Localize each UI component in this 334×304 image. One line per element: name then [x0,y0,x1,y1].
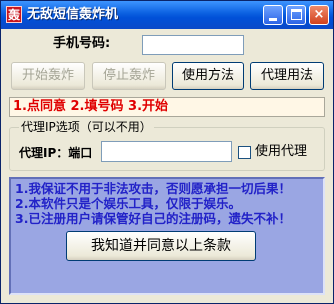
close-button[interactable]: × [309,5,329,25]
minimize-button[interactable] [263,5,283,25]
usage-button[interactable]: 使用方法 [172,62,244,90]
title-bar[interactable]: 轰 无敌短信轰炸机 × [1,1,333,29]
proxy-ip-port-label: 代理IP：端口 [19,146,93,160]
main-window: 轰 无敌短信轰炸机 × 手机号码: 开始轰炸 停止轰炸 使用方法 代理用法 1.… [0,0,334,304]
term-item: 3.已注册用户请保管好自己的注册码，遗失不补！ [15,211,291,226]
start-bombing-button[interactable]: 开始轰炸 [11,62,85,90]
minimize-icon [269,18,277,21]
proxy-options-title: 代理IP选项（可以不用） [19,119,154,135]
phone-number-input[interactable] [142,35,244,55]
proxy-ip-port-input[interactable] [101,141,232,162]
maximize-button[interactable] [286,5,306,25]
term-item: 1.我保证不用于非法攻击，否则愿承担一切后果！ [15,181,291,196]
use-proxy-label[interactable]: 使用代理 [255,144,307,160]
steps-hint: 1.点同意 2.填号码 3.开始 [9,97,325,117]
phone-number-label: 手机号码: [53,36,111,51]
stop-bombing-button[interactable]: 停止轰炸 [92,62,166,90]
close-icon: × [313,7,325,22]
maximize-icon [291,9,302,20]
agree-terms-button[interactable]: 我知道并同意以上条款 [66,231,256,261]
window-title: 无敌短信轰炸机 [27,7,119,22]
term-item: 2.本软件只是个娱乐工具，仅限于娱乐。 [15,196,241,211]
use-proxy-checkbox[interactable] [238,146,251,159]
proxy-usage-button[interactable]: 代理用法 [250,62,324,90]
app-icon: 轰 [6,6,22,23]
